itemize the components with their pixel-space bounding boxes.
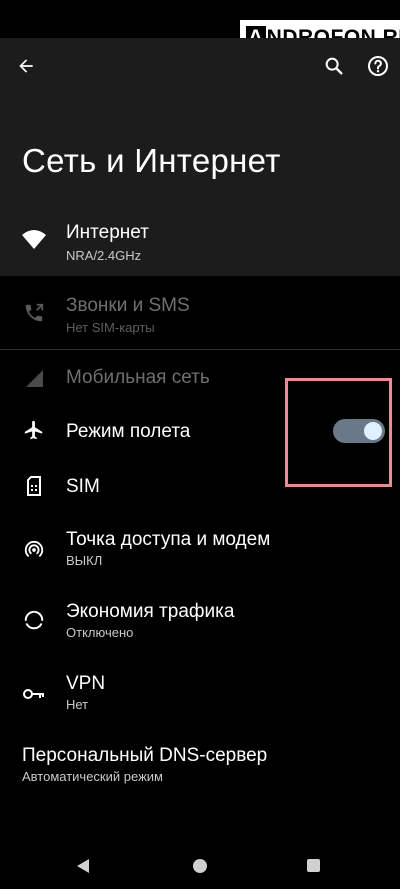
search-icon [325,57,343,75]
settings-item-private-dns[interactable]: Персональный DNS-сервер Автоматический р… [0,736,400,796]
vpn-subtitle: Нет [66,697,89,712]
signal-icon [20,364,48,392]
nav-home-icon[interactable] [193,859,207,873]
key-icon [20,680,48,708]
sim-title: SIM [66,476,100,497]
app-bar: Сеть и Интернет [0,38,400,206]
navigation-bar [0,846,400,889]
sim-card-icon [20,472,48,500]
data-saver-icon [20,606,48,634]
airplane-icon [20,416,48,444]
settings-item-data-saver[interactable]: Экономия трафика Отключено [0,592,400,652]
phone-forward-icon [20,299,48,327]
hotspot-title: Точка доступа и модем [66,529,271,550]
data-saver-subtitle: Отключено [66,625,134,640]
nav-back-icon[interactable] [76,858,90,874]
data-saver-title: Экономия трафика [66,601,235,622]
divider [0,349,400,350]
search-button[interactable] [318,50,350,82]
vpn-title: VPN [66,673,106,694]
wifi-icon [20,226,48,254]
internet-title: Интернет [66,222,149,243]
hotspot-subtitle: ВЫКЛ [66,553,103,568]
arrow-back-icon [19,59,33,73]
back-button[interactable] [10,50,42,82]
calls-sms-subtitle: Нет SIM-карты [66,320,155,335]
hotspot-icon [20,536,48,564]
internet-subtitle: NRA/2.4GHz [66,248,142,263]
airplane-mode-title: Режим полета [66,421,191,442]
private-dns-title: Персональный DNS-сервер [22,745,268,766]
nav-recents-icon[interactable] [307,859,320,872]
mobile-network-title: Мобильная сеть [66,367,210,388]
settings-item-sim[interactable]: SIM [0,466,400,506]
settings-item-internet[interactable]: Интернет NRA/2.4GHz [0,206,400,276]
help-icon [368,56,388,76]
settings-item-calls-sms[interactable]: Звонки и SMS Нет SIM-карты [0,282,400,344]
private-dns-subtitle: Автоматический режим [22,769,163,784]
page-title: Сеть и Интернет [22,142,281,179]
settings-item-vpn[interactable]: VPN Нет [0,664,400,724]
settings-item-hotspot[interactable]: Точка доступа и модем ВЫКЛ [0,520,400,580]
help-button[interactable] [362,50,394,82]
calls-sms-title: Звонки и SMS [66,295,190,316]
